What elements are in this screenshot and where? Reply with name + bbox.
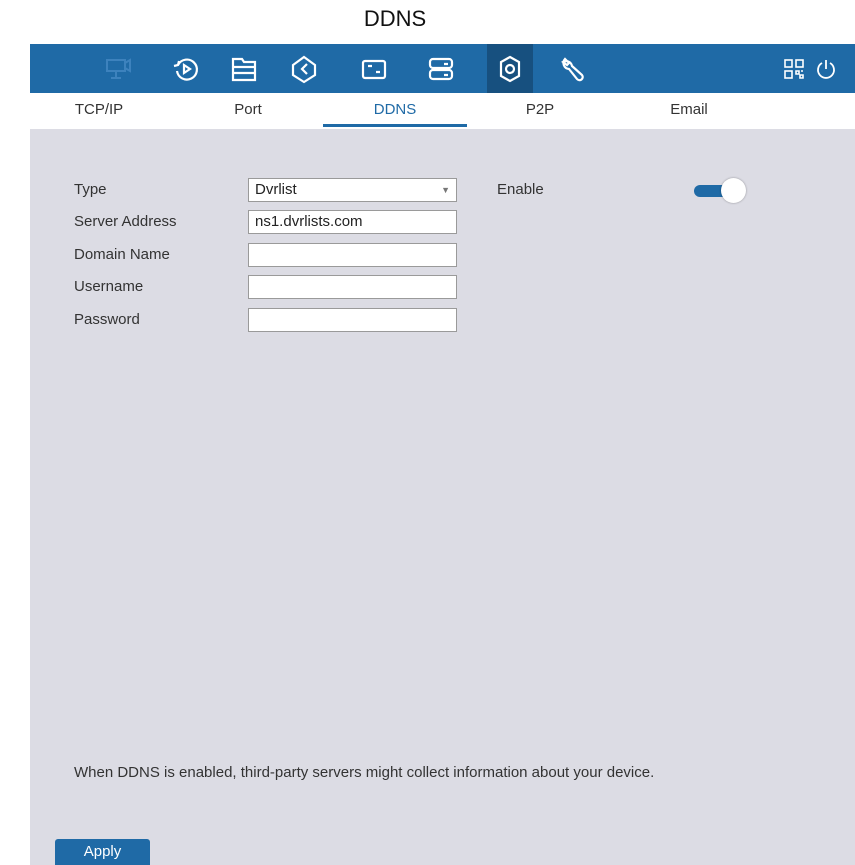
enable-toggle[interactable] (694, 178, 746, 204)
domain-name-row: Domain Name (30, 243, 855, 269)
type-select[interactable]: Dvrlist ▼ (248, 178, 457, 202)
server-address-label: Server Address (74, 213, 177, 230)
domain-name-field[interactable] (248, 243, 457, 267)
domain-name-label: Domain Name (74, 246, 170, 263)
tab-email[interactable]: Email (642, 93, 736, 129)
camera-icon[interactable] (96, 44, 140, 93)
chevron-down-icon: ▼ (441, 185, 450, 195)
server-address-field[interactable]: ns1.dvrlists.com (248, 210, 457, 234)
username-label: Username (74, 278, 144, 295)
apply-button[interactable]: Apply (55, 839, 150, 865)
toggle-knob (721, 178, 746, 203)
enable-label: Enable (497, 181, 544, 198)
server-address-row: Server Address ns1.dvrlists.com (30, 210, 855, 236)
power-icon[interactable] (812, 44, 840, 93)
playback-icon[interactable] (164, 44, 208, 93)
username-field[interactable] (248, 275, 457, 299)
username-row: Username (30, 275, 855, 301)
settings-icon[interactable] (487, 44, 533, 93)
type-select-value: Dvrlist (255, 181, 297, 198)
tab-ddns[interactable]: DDNS (323, 93, 467, 129)
qr-code-icon[interactable] (780, 44, 808, 93)
tab-port[interactable]: Port (201, 93, 295, 129)
password-label: Password (74, 311, 140, 328)
tab-bar: TCP/IP Port DDNS P2P Email (30, 93, 855, 129)
password-field[interactable] (248, 308, 457, 332)
maintenance-icon[interactable] (550, 44, 594, 93)
type-label: Type (74, 181, 107, 198)
page-title: DDNS (363, 6, 427, 31)
files-icon[interactable] (222, 44, 266, 93)
password-row: Password (30, 308, 855, 334)
privacy-notice: When DDNS is enabled, third-party server… (74, 764, 655, 781)
ddns-settings-panel: Type Dvrlist ▼ Enable Server Address ns1… (30, 129, 855, 865)
main-toolbar (30, 44, 855, 93)
ai-icon[interactable] (282, 44, 326, 93)
storage-icon[interactable] (419, 44, 463, 93)
tab-p2p[interactable]: P2P (493, 93, 587, 129)
tab-tcp-ip[interactable]: TCP/IP (52, 93, 146, 129)
channel-icon[interactable] (352, 44, 396, 93)
type-row: Type Dvrlist ▼ Enable (30, 178, 855, 204)
